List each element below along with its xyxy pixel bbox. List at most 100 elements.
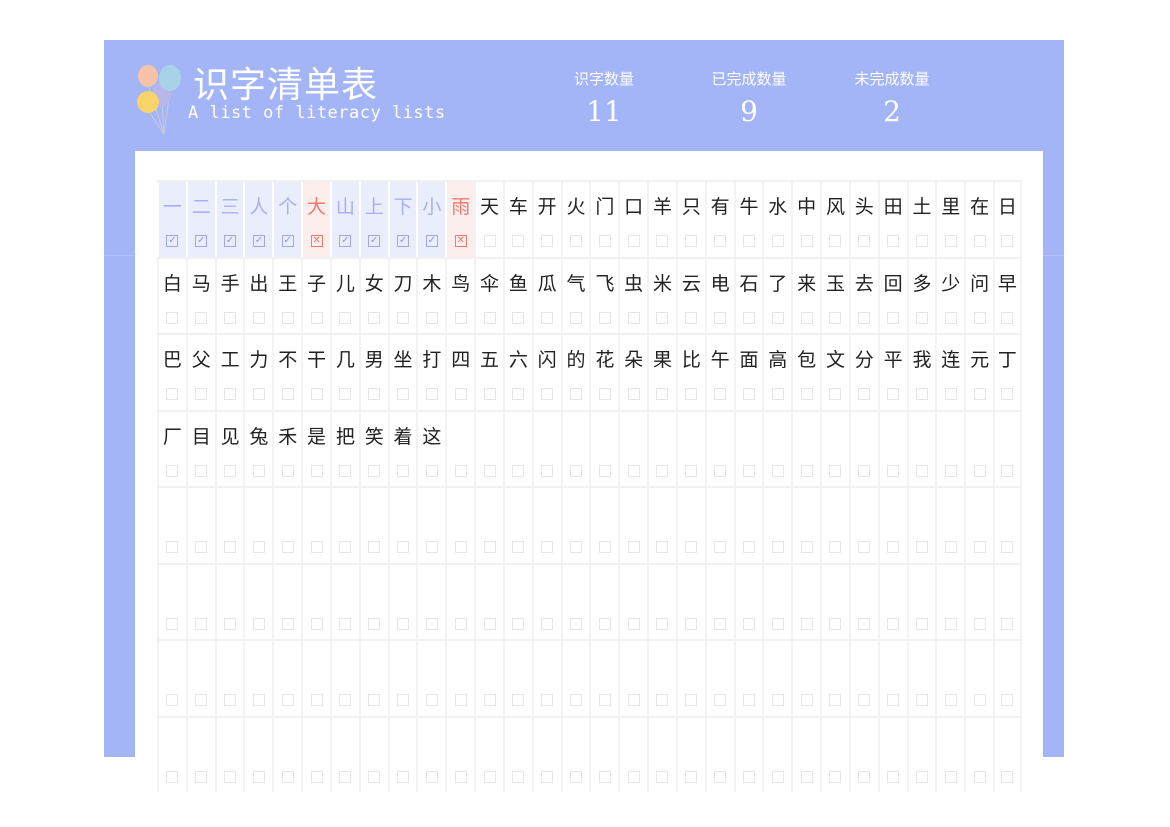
empty-checkbox[interactable]	[483, 617, 496, 630]
empty-checkbox[interactable]	[512, 617, 525, 630]
empty-checkbox[interactable]	[310, 311, 323, 324]
empty-checkbox[interactable]	[887, 617, 900, 630]
empty-checkbox[interactable]	[944, 617, 957, 630]
empty-checkbox[interactable]	[829, 694, 842, 706]
empty-checkbox[interactable]	[425, 388, 438, 400]
empty-checkbox[interactable]	[771, 541, 784, 553]
empty-checkbox[interactable]	[915, 617, 928, 630]
empty-checkbox[interactable]	[281, 464, 294, 477]
checked-checkbox[interactable]: ✓	[252, 235, 265, 247]
empty-checkbox[interactable]	[541, 311, 554, 324]
empty-checkbox[interactable]	[339, 541, 352, 553]
empty-checkbox[interactable]	[570, 464, 582, 477]
empty-checkbox[interactable]	[973, 464, 986, 477]
empty-checkbox[interactable]	[656, 235, 669, 247]
empty-checkbox[interactable]	[742, 388, 755, 400]
empty-checkbox[interactable]	[887, 388, 900, 400]
empty-checkbox[interactable]	[339, 464, 352, 477]
empty-checkbox[interactable]	[973, 311, 986, 324]
empty-checkbox[interactable]	[425, 694, 438, 706]
empty-checkbox[interactable]	[771, 311, 784, 324]
empty-checkbox[interactable]	[368, 617, 381, 630]
empty-checkbox[interactable]	[512, 694, 525, 706]
empty-checkbox[interactable]	[829, 617, 842, 630]
empty-checkbox[interactable]	[829, 541, 842, 553]
empty-checkbox[interactable]	[512, 541, 525, 553]
empty-checkbox[interactable]	[397, 770, 410, 783]
empty-checkbox[interactable]	[771, 617, 784, 630]
empty-checkbox[interactable]	[570, 235, 582, 247]
empty-checkbox[interactable]	[944, 235, 957, 247]
empty-checkbox[interactable]	[714, 464, 727, 477]
empty-checkbox[interactable]	[252, 694, 265, 706]
empty-checkbox[interactable]	[800, 541, 813, 553]
empty-checkbox[interactable]	[339, 770, 352, 783]
empty-checkbox[interactable]	[598, 388, 611, 400]
empty-checkbox[interactable]	[973, 694, 986, 706]
empty-checkbox[interactable]	[310, 770, 323, 783]
empty-checkbox[interactable]	[397, 311, 410, 324]
empty-checkbox[interactable]	[281, 770, 294, 783]
empty-checkbox[interactable]	[771, 235, 784, 247]
empty-checkbox[interactable]	[483, 541, 496, 553]
empty-checkbox[interactable]	[915, 541, 928, 553]
empty-checkbox[interactable]	[685, 617, 698, 630]
empty-checkbox[interactable]	[887, 464, 900, 477]
empty-checkbox[interactable]	[483, 235, 496, 247]
empty-checkbox[interactable]	[858, 388, 871, 400]
empty-checkbox[interactable]	[454, 541, 467, 553]
empty-checkbox[interactable]	[829, 770, 842, 783]
empty-checkbox[interactable]	[368, 388, 381, 400]
empty-checkbox[interactable]	[339, 694, 352, 706]
empty-checkbox[interactable]	[281, 541, 294, 553]
empty-checkbox[interactable]	[771, 464, 784, 477]
empty-checkbox[interactable]	[685, 311, 698, 324]
empty-checkbox[interactable]	[454, 694, 467, 706]
empty-checkbox[interactable]	[829, 311, 842, 324]
empty-checkbox[interactable]	[944, 464, 957, 477]
empty-checkbox[interactable]	[800, 388, 813, 400]
empty-checkbox[interactable]	[685, 388, 698, 400]
empty-checkbox[interactable]	[397, 541, 410, 553]
empty-checkbox[interactable]	[368, 541, 381, 553]
empty-checkbox[interactable]	[397, 464, 410, 477]
empty-checkbox[interactable]	[310, 388, 323, 400]
empty-checkbox[interactable]	[483, 464, 496, 477]
empty-checkbox[interactable]	[339, 388, 352, 400]
empty-checkbox[interactable]	[483, 311, 496, 324]
empty-checkbox[interactable]	[310, 541, 323, 553]
empty-checkbox[interactable]	[425, 464, 438, 477]
empty-checkbox[interactable]	[541, 235, 554, 247]
empty-checkbox[interactable]	[627, 235, 640, 247]
empty-checkbox[interactable]	[281, 694, 294, 706]
empty-checkbox[interactable]	[195, 388, 208, 400]
empty-checkbox[interactable]	[598, 235, 611, 247]
checked-checkbox[interactable]: ✓	[425, 235, 438, 247]
empty-checkbox[interactable]	[454, 388, 467, 400]
empty-checkbox[interactable]	[742, 311, 755, 324]
empty-checkbox[interactable]	[166, 311, 179, 324]
empty-checkbox[interactable]	[166, 541, 179, 553]
empty-checkbox[interactable]	[483, 770, 496, 783]
empty-checkbox[interactable]	[685, 694, 698, 706]
empty-checkbox[interactable]	[858, 541, 871, 553]
empty-checkbox[interactable]	[166, 694, 179, 706]
empty-checkbox[interactable]	[800, 770, 813, 783]
checked-checkbox[interactable]: ✓	[195, 235, 208, 247]
empty-checkbox[interactable]	[829, 388, 842, 400]
empty-checkbox[interactable]	[483, 694, 496, 706]
empty-checkbox[interactable]	[714, 311, 727, 324]
empty-checkbox[interactable]	[944, 770, 957, 783]
empty-checkbox[interactable]	[1001, 388, 1014, 400]
empty-checkbox[interactable]	[281, 388, 294, 400]
empty-checkbox[interactable]	[512, 464, 525, 477]
empty-checkbox[interactable]	[771, 388, 784, 400]
empty-checkbox[interactable]	[281, 617, 294, 630]
empty-checkbox[interactable]	[1001, 311, 1014, 324]
empty-checkbox[interactable]	[425, 617, 438, 630]
empty-checkbox[interactable]	[397, 388, 410, 400]
checked-checkbox[interactable]: ✓	[368, 235, 381, 247]
empty-checkbox[interactable]	[541, 541, 554, 553]
empty-checkbox[interactable]	[368, 770, 381, 783]
empty-checkbox[interactable]	[800, 311, 813, 324]
